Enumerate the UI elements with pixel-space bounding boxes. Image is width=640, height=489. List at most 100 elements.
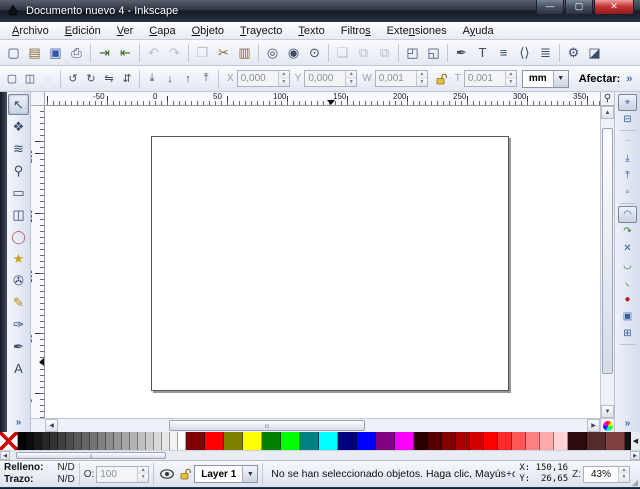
document-properties-button[interactable]: ◪ xyxy=(584,42,605,63)
rotate-90-cw-button[interactable]: ↻ xyxy=(82,70,100,88)
color-swatch[interactable] xyxy=(470,432,484,450)
menu-ver[interactable]: Ver xyxy=(109,24,142,38)
scroll-right-arrow[interactable]: ▶ xyxy=(587,419,600,432)
snap-bbox-centers-button[interactable]: ▫ xyxy=(618,184,637,201)
calligraphy-tool[interactable]: ✒ xyxy=(8,336,29,357)
zoom-to-drawing-button[interactable]: ◉ xyxy=(283,42,304,63)
opacity-spinner[interactable]: 100 ▲▼ xyxy=(96,466,149,483)
export-button[interactable]: ⇤ xyxy=(115,42,136,63)
color-swatch[interactable] xyxy=(205,432,224,450)
create-clone-button[interactable]: ⧉ xyxy=(353,42,374,63)
vertical-scroll-track[interactable] xyxy=(601,119,614,405)
import-button[interactable]: ⇥ xyxy=(94,42,115,63)
pencil-tool[interactable]: ✎ xyxy=(8,292,29,313)
color-swatch[interactable] xyxy=(498,432,512,450)
spinner-arrows[interactable]: ▲▼ xyxy=(137,467,148,482)
select-all-in-layers-button[interactable]: ◫ xyxy=(21,70,39,88)
color-swatch[interactable] xyxy=(484,432,498,450)
color-swatch[interactable] xyxy=(512,432,526,450)
deselect-button[interactable]: ◌ xyxy=(39,70,57,88)
palette-scroll-track[interactable]: ᎒᎒ xyxy=(12,452,628,459)
color-swatch[interactable] xyxy=(34,432,42,450)
duplicate-button[interactable]: ❏ xyxy=(332,42,353,63)
raise-to-top-button[interactable]: ⤒ xyxy=(197,70,215,88)
tweak-tool[interactable]: ≋ xyxy=(8,138,29,159)
color-swatch[interactable] xyxy=(243,432,262,450)
zoom-control[interactable]: Z: 43% ▲▼ xyxy=(572,466,630,483)
close-button[interactable]: ✕ xyxy=(594,0,634,15)
snap-bbox-corners-button[interactable]: ⤓ xyxy=(618,150,637,167)
snap-nodes-toggle-button[interactable]: ◠ xyxy=(618,206,637,223)
color-swatch[interactable] xyxy=(130,432,138,450)
zoom-tool[interactable]: ⚲ xyxy=(8,160,29,181)
raise-one-step-button[interactable]: ↑ xyxy=(179,70,197,88)
color-swatch[interactable] xyxy=(154,432,162,450)
color-swatch[interactable] xyxy=(587,432,606,450)
document-page[interactable] xyxy=(151,136,509,391)
color-swatch[interactable] xyxy=(98,432,106,450)
rectangle-tool[interactable]: ▭ xyxy=(8,182,29,203)
layer-lock-icon[interactable] xyxy=(177,466,193,482)
color-swatch[interactable] xyxy=(114,432,122,450)
snap-bbox-edge-midpoints-button[interactable]: ⤒ xyxy=(618,167,637,184)
palette-scroll-left-arrow[interactable]: ◀ xyxy=(0,451,10,460)
color-swatch[interactable] xyxy=(281,432,300,450)
color-swatch[interactable] xyxy=(66,432,74,450)
color-swatch[interactable] xyxy=(300,432,319,450)
horizontal-scroll-track[interactable]: ᎒᎒᎒ xyxy=(58,419,587,432)
color-swatch[interactable] xyxy=(319,432,338,450)
menu-ayuda[interactable]: Ayuda xyxy=(455,24,502,38)
spiral-tool[interactable]: ✇ xyxy=(8,270,29,291)
snap-path-intersections-button[interactable]: ✕ xyxy=(618,240,637,257)
color-swatch[interactable] xyxy=(338,432,357,450)
menu-extensiones[interactable]: Extensiones xyxy=(379,24,455,38)
current-layer-dropdown[interactable]: Layer 1 ▼ xyxy=(194,465,258,483)
zoom-to-page-button[interactable]: ⊙ xyxy=(304,42,325,63)
lock-ratio-icon[interactable] xyxy=(433,71,449,87)
color-swatch[interactable] xyxy=(74,432,82,450)
color-swatch[interactable] xyxy=(26,432,34,450)
scroll-down-arrow[interactable]: ▼ xyxy=(601,405,614,418)
color-swatch[interactable] xyxy=(540,432,554,450)
menu-filtros[interactable]: Filtros xyxy=(333,24,379,38)
spinner-arrows[interactable]: ▲▼ xyxy=(416,71,427,86)
color-swatch[interactable] xyxy=(224,432,243,450)
color-swatch[interactable] xyxy=(162,432,170,450)
color-swatch[interactable] xyxy=(146,432,154,450)
menu-archivo[interactable]: Archivo xyxy=(4,24,57,38)
flip-vertical-button[interactable]: ⇵ xyxy=(118,70,136,88)
zoom-spinner[interactable]: 43% ▲▼ xyxy=(583,466,630,483)
print-document-button[interactable]: ⎙ xyxy=(66,42,87,63)
snap-paths-button[interactable]: ↷ xyxy=(618,223,637,240)
field-x-input[interactable]: 0,000▲▼ xyxy=(237,70,290,87)
horizontal-ruler[interactable]: -50050100150200250300350 xyxy=(45,92,600,106)
color-swatch[interactable] xyxy=(178,432,186,450)
color-swatch[interactable] xyxy=(395,432,414,450)
color-swatch[interactable] xyxy=(138,432,146,450)
selector-tool[interactable]: ↖ xyxy=(8,94,29,115)
save-document-button[interactable]: ▣ xyxy=(45,42,66,63)
ungroup-button[interactable]: ◱ xyxy=(423,42,444,63)
color-swatch[interactable] xyxy=(456,432,470,450)
menu-edición[interactable]: Edición xyxy=(57,24,109,38)
horizontal-scrollbar[interactable]: ◀ ᎒᎒᎒ ▶ xyxy=(45,418,600,432)
undo-button[interactable]: ↶ xyxy=(143,42,164,63)
palette-scrollbar[interactable]: ◀ ᎒᎒ ▶ xyxy=(0,450,640,460)
copy-button[interactable]: ❐ xyxy=(192,42,213,63)
spinner-arrows[interactable]: ▲▼ xyxy=(345,71,356,86)
open-document-button[interactable]: ▤ xyxy=(24,42,45,63)
toolbar-overflow-button[interactable]: » xyxy=(626,73,632,85)
minimize-button[interactable]: — xyxy=(536,0,564,15)
palette-scroll-right-arrow[interactable]: ▶ xyxy=(630,451,640,460)
layers-dialog-button[interactable]: ≡ xyxy=(493,42,514,63)
snap-rotation-centers-button[interactable]: ⊞ xyxy=(618,325,637,342)
star-tool[interactable]: ★ xyxy=(8,248,29,269)
field-w-input[interactable]: 0,001▲▼ xyxy=(375,70,428,87)
color-swatch[interactable] xyxy=(170,432,178,450)
color-swatch[interactable] xyxy=(106,432,114,450)
menu-trayecto[interactable]: Trayecto xyxy=(232,24,290,38)
field-t-input[interactable]: 0,001▲▼ xyxy=(464,70,517,87)
color-swatch[interactable] xyxy=(42,432,50,450)
scroll-up-arrow[interactable]: ▲ xyxy=(601,106,614,119)
color-swatch[interactable] xyxy=(357,432,376,450)
